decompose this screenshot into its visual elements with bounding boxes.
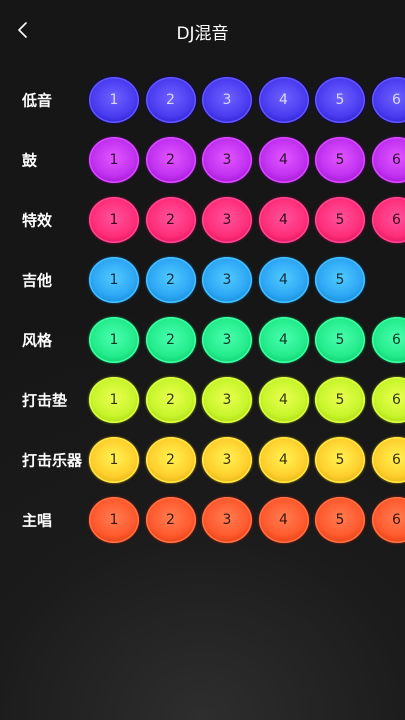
pad-style-2[interactable]: 2 bbox=[145, 317, 196, 363]
pad-guitar-2[interactable]: 2 bbox=[145, 257, 196, 303]
row-label-drumpad: 打击垫 bbox=[22, 391, 68, 410]
pad-vocal-4[interactable]: 4 bbox=[258, 497, 309, 543]
page-title: DJ混音 bbox=[176, 24, 229, 44]
row-label-fx: 特效 bbox=[22, 211, 53, 230]
pad-fx-2[interactable]: 2 bbox=[145, 197, 196, 243]
pad-drumpad-1[interactable]: 1 bbox=[89, 377, 139, 423]
pad-row-vocal: 主唱 1 2 3 4 5 6 bbox=[0, 490, 405, 550]
pad-bass-2[interactable]: 2 bbox=[145, 77, 196, 123]
pad-percussion-2[interactable]: 2 bbox=[145, 437, 196, 483]
pad-bass-3[interactable]: 3 bbox=[202, 77, 252, 123]
pad-fx-1[interactable]: 1 bbox=[89, 197, 139, 243]
pad-style-4[interactable]: 4 bbox=[258, 317, 309, 363]
pad-style-3[interactable]: 3 bbox=[202, 317, 252, 363]
header-bar: DJ混音 bbox=[0, 0, 405, 62]
pad-percussion-5[interactable]: 5 bbox=[315, 437, 365, 483]
row-label-guitar: 吉他 bbox=[22, 271, 53, 290]
pad-vocal-3[interactable]: 3 bbox=[202, 497, 252, 543]
pad-fx-5[interactable]: 5 bbox=[315, 197, 365, 243]
pad-vocal-5[interactable]: 5 bbox=[315, 497, 365, 543]
pad-row-percussion: 打击乐器 1 2 3 4 5 6 bbox=[0, 430, 405, 490]
pad-drum-3[interactable]: 3 bbox=[202, 137, 252, 183]
pad-fx-4[interactable]: 4 bbox=[258, 197, 309, 243]
pad-row-drumpad: 打击垫 1 2 3 4 5 6 bbox=[0, 370, 405, 430]
pad-drumpad-4[interactable]: 4 bbox=[258, 377, 309, 423]
pad-bass-6[interactable]: 6 bbox=[371, 77, 405, 123]
pad-percussion-4[interactable]: 4 bbox=[258, 437, 309, 483]
pad-row-style: 风格 1 2 3 4 5 6 bbox=[0, 310, 405, 370]
pad-fx-3[interactable]: 3 bbox=[202, 197, 252, 243]
pad-drumpad-5[interactable]: 5 bbox=[315, 377, 365, 423]
pad-bass-1[interactable]: 1 bbox=[89, 77, 139, 123]
pad-row-bass: 低音 1 2 3 4 5 6 bbox=[0, 70, 405, 130]
row-label-percussion: 打击乐器 bbox=[22, 451, 83, 470]
row-label-vocal: 主唱 bbox=[22, 511, 53, 530]
pad-drumpad-6[interactable]: 6 bbox=[371, 377, 405, 423]
pad-drum-6[interactable]: 6 bbox=[371, 137, 405, 183]
pad-drum-1[interactable]: 1 bbox=[89, 137, 139, 183]
pad-row-drum: 鼓 123456 bbox=[0, 130, 405, 190]
pad-row-guitar: 吉他 1 2 3 4 5 bbox=[0, 250, 405, 310]
pad-drum-2[interactable]: 2 bbox=[145, 137, 196, 183]
pad-bass-4[interactable]: 4 bbox=[258, 77, 309, 123]
pad-percussion-3[interactable]: 3 bbox=[202, 437, 252, 483]
pad-bass-5[interactable]: 5 bbox=[315, 77, 365, 123]
pad-drumpad-2[interactable]: 2 bbox=[145, 377, 196, 423]
pad-guitar-3[interactable]: 3 bbox=[202, 257, 252, 303]
pad-drum-5[interactable]: 5 bbox=[315, 137, 365, 183]
pad-drumpad-3[interactable]: 3 bbox=[202, 377, 252, 423]
pad-vocal-6[interactable]: 6 bbox=[371, 497, 405, 543]
row-label-bass: 低音 bbox=[22, 91, 53, 110]
pad-style-6[interactable]: 6 bbox=[371, 317, 405, 363]
pad-guitar-5[interactable]: 5 bbox=[315, 257, 365, 303]
pad-percussion-1[interactable]: 1 bbox=[89, 437, 139, 483]
pad-style-5[interactable]: 5 bbox=[315, 317, 365, 363]
pad-drum-4[interactable]: 4 bbox=[258, 137, 309, 183]
pad-row-fx: 特效 1 2 3 4 5 6 bbox=[0, 190, 405, 250]
row-label-style: 风格 bbox=[22, 331, 53, 350]
pad-percussion-6[interactable]: 6 bbox=[371, 437, 405, 483]
pad-guitar-1[interactable]: 1 bbox=[89, 257, 139, 303]
pad-fx-6[interactable]: 6 bbox=[371, 197, 405, 243]
pad-vocal-1[interactable]: 1 bbox=[89, 497, 139, 543]
row-label-drum: 鼓 bbox=[22, 151, 38, 170]
pad-vocal-2[interactable]: 2 bbox=[145, 497, 196, 543]
pad-guitar-4[interactable]: 4 bbox=[258, 257, 309, 303]
pad-style-1[interactable]: 1 bbox=[89, 317, 139, 363]
